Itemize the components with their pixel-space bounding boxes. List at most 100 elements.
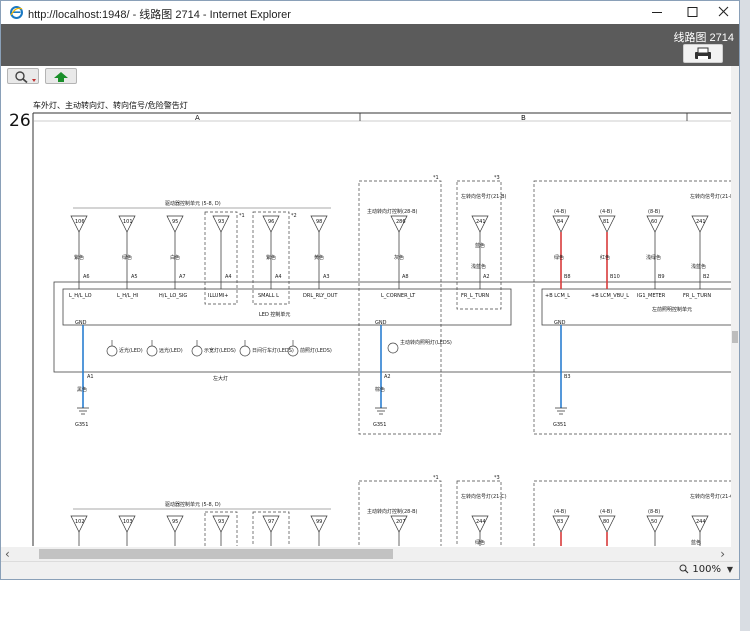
bottom-right-conn-3: (8-B) [648, 509, 660, 515]
scroll-left-icon[interactable]: ‹ [5, 547, 10, 561]
right-pin-id-2: B10 [610, 274, 620, 280]
marker-2: *2 [291, 213, 297, 219]
connector-label-top: 驱动器控制单元 (5-8, D) [165, 200, 221, 207]
printer-icon [695, 47, 711, 59]
turn-signal: FR_L_TURN [461, 293, 489, 299]
title-bar: http://localhost:1948/ - 线路图 2714 - Inte… [1, 1, 739, 24]
right-ground: G351 [553, 422, 566, 428]
wire-color-3: 白色 [170, 254, 180, 261]
bottom-pin-4: 93 [218, 519, 224, 525]
wire-color-2: 绿色 [122, 254, 132, 261]
gnd-right: GND [554, 320, 566, 326]
bottom-turn-color: 绿色 [475, 539, 485, 546]
bottom-right-pin-1: 83 [557, 519, 563, 525]
signal-illumi: ILLUMI+ [208, 293, 228, 299]
marker-5: *1 [433, 475, 439, 481]
bottom-pin-2: 103 [123, 519, 133, 525]
marker-6: *3 [494, 475, 500, 481]
corner-color: 灰色 [394, 254, 404, 261]
app-header: 线路图 2714 [1, 24, 739, 66]
zoom-level[interactable]: 100% [679, 564, 721, 575]
bottom-right-pin-3: 50 [651, 519, 657, 525]
right-turn-label: 左转向信号灯(21-B) [690, 193, 736, 200]
turn-pin-id: A2 [483, 274, 490, 280]
lamp-front: 前照灯(LEDS) [300, 347, 332, 354]
bottom-pin-3: 95 [172, 519, 178, 525]
print-button[interactable] [683, 44, 723, 63]
pin-id-a5: A5 [131, 274, 138, 280]
signal-hllosig: H/L_LO_SIG [159, 293, 187, 299]
marker-1: *1 [239, 213, 245, 219]
zoom-button[interactable] [7, 68, 39, 84]
right-signal-1: +B LCM_L [545, 293, 570, 299]
right-color-4: 浅蓝色 [691, 263, 706, 270]
pin-id-a6: A6 [83, 274, 90, 280]
turn-color-2: 浅蓝色 [471, 263, 486, 270]
zoom-icon [679, 564, 689, 574]
turn-label: 左转向信号灯(21-B) [461, 193, 507, 200]
corner-ground: G351 [373, 422, 386, 428]
wire-color-5: 紫色 [266, 254, 276, 261]
right-pin-4: 241 [696, 219, 706, 225]
right-conn-3: (8-B) [648, 209, 660, 215]
corner-gnd-color: 棕色 [375, 386, 385, 393]
pin-93: 93 [218, 219, 224, 225]
right-pin-1: 84 [557, 219, 563, 225]
corner-label: 主动转向灯控制(28-B) [367, 208, 418, 215]
right-signal-4: FR_L_TURN [683, 293, 711, 299]
right-color-1: 绿色 [554, 254, 564, 261]
bottom-pin-5: 97 [268, 519, 274, 525]
internet-explorer-icon [10, 6, 23, 19]
up-arrow-icon [54, 72, 68, 82]
up-button[interactable] [45, 68, 77, 84]
connector-label-bottom: 驱动器控制单元 (5-8, D) [165, 501, 221, 508]
zoom-dropdown-icon[interactable]: ▼ [727, 565, 733, 574]
right-pin-2: 81 [603, 219, 609, 225]
column-b: B [521, 114, 526, 122]
right-pin-id-3: B9 [658, 274, 665, 280]
horizontal-scrollbar[interactable]: ‹ › [1, 547, 739, 561]
pin-id-a4a: A4 [225, 274, 232, 280]
pin-101: 101 [123, 219, 133, 225]
right-pin-3: 60 [651, 219, 657, 225]
bottom-corner-pin: 207 [396, 519, 406, 525]
bottom-right-color: 蓝色 [691, 539, 701, 546]
diagram-viewport[interactable]: 车外灯、主动转向灯、转向信号/危险警告灯 26 A B 驱动器控制单元 (5-8… [1, 86, 739, 546]
pin-id-a7: A7 [179, 274, 186, 280]
bottom-pin-1: 102 [75, 519, 85, 525]
zoom-value: 100% [692, 564, 721, 575]
diagram-toolbar [1, 66, 739, 86]
ground-color-left: 黑色 [77, 386, 87, 393]
pin-98: 98 [316, 219, 322, 225]
scroll-right-icon[interactable]: › [720, 547, 725, 561]
lamp-position: 示宽灯(LEDS) [204, 347, 236, 354]
right-pin-id-1: B8 [564, 274, 571, 280]
page-number: 26 [9, 111, 31, 131]
turn-color: 蓝色 [475, 242, 485, 249]
vertical-scroll-thumb[interactable] [732, 331, 738, 343]
right-gnd-pin: B3 [564, 374, 571, 380]
left-headlamp-label: 左大灯 [213, 375, 228, 382]
minimize-button[interactable] [639, 1, 675, 24]
left-connector-pins [70, 215, 328, 233]
marker-4: *3 [494, 175, 500, 181]
bottom-right-turn-label: 左转向信号灯(21-C) [690, 493, 736, 500]
horizontal-scroll-thumb[interactable] [39, 549, 393, 559]
diagram-title: 线路图 2714 [673, 32, 734, 44]
corner-gnd-pin: A2 [384, 374, 391, 380]
ground-pin-a1: A1 [87, 374, 94, 380]
wiring-diagram: 车外灯、主动转向灯、转向信号/危险警告灯 26 A B 驱动器控制单元 (5-8… [9, 100, 739, 546]
right-unit: 左前照明控制单元 [652, 306, 692, 313]
wire-color-6: 黄色 [314, 254, 324, 261]
bottom-pin-6: 99 [316, 519, 322, 525]
pin-96: 96 [268, 219, 274, 225]
bottom-right-conn-1: (4-B) [554, 509, 566, 515]
close-button[interactable] [706, 1, 740, 24]
right-pin-id-4: B2 [703, 274, 710, 280]
vertical-scrollbar[interactable] [731, 66, 739, 548]
browser-window: http://localhost:1948/ - 线路图 2714 - Inte… [0, 0, 740, 580]
diagram-heading: 车外灯、主动转向灯、转向信号/危险警告灯 [33, 100, 188, 110]
signal-small: SMALL L [258, 293, 279, 299]
window-title: http://localhost:1948/ - 线路图 2714 - Inte… [28, 9, 291, 21]
ground-left: G351 [75, 422, 88, 428]
